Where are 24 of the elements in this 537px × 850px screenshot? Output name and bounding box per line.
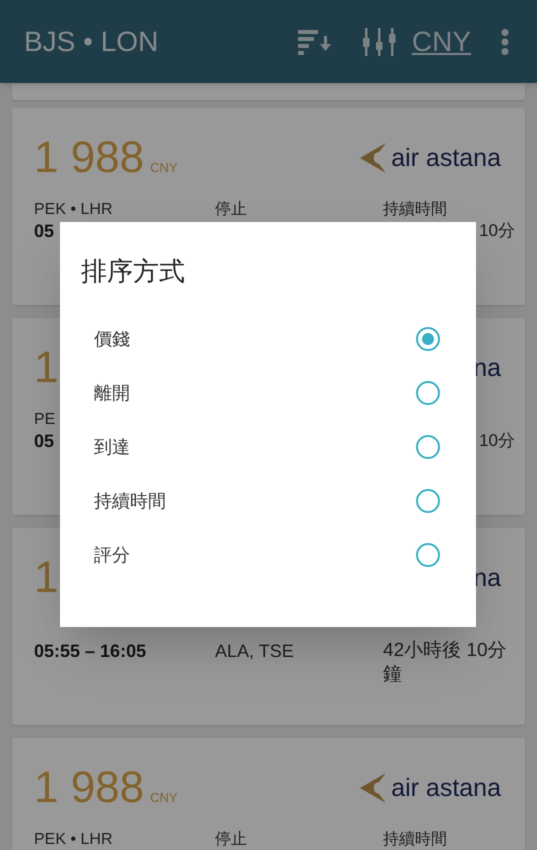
route-label: PE	[34, 410, 56, 429]
currency-code: CNY	[150, 159, 178, 177]
price: 1	[34, 556, 58, 600]
currency-code: CNY	[150, 789, 178, 807]
price: 1	[34, 346, 58, 390]
airline-name: air astana	[391, 146, 501, 170]
duration-value: 42小時後 10分鐘	[383, 639, 508, 687]
route-label: PEK • LHR	[34, 200, 113, 219]
duration-label: 持續時間	[383, 830, 447, 849]
stops-label: 停止	[215, 200, 247, 219]
duration-value: 10分	[479, 220, 515, 242]
stops-label: 停止	[215, 830, 247, 849]
flight-times: 05	[34, 430, 54, 453]
duration-value: 10分	[479, 430, 515, 452]
price: 1 988	[34, 136, 144, 180]
airline-name: air astana	[391, 776, 501, 800]
flight-times: 05:55 – 16:05	[34, 640, 146, 663]
flight-times: 05	[34, 220, 54, 243]
price: 1 988	[34, 766, 144, 810]
duration-label: 持續時間	[383, 200, 447, 219]
route-label: PEK • LHR	[34, 830, 113, 849]
route-title: BJS • LON	[24, 24, 160, 58]
dialog-title: 排序方式	[81, 255, 186, 288]
stops-value: ALA, TSE	[215, 640, 294, 663]
